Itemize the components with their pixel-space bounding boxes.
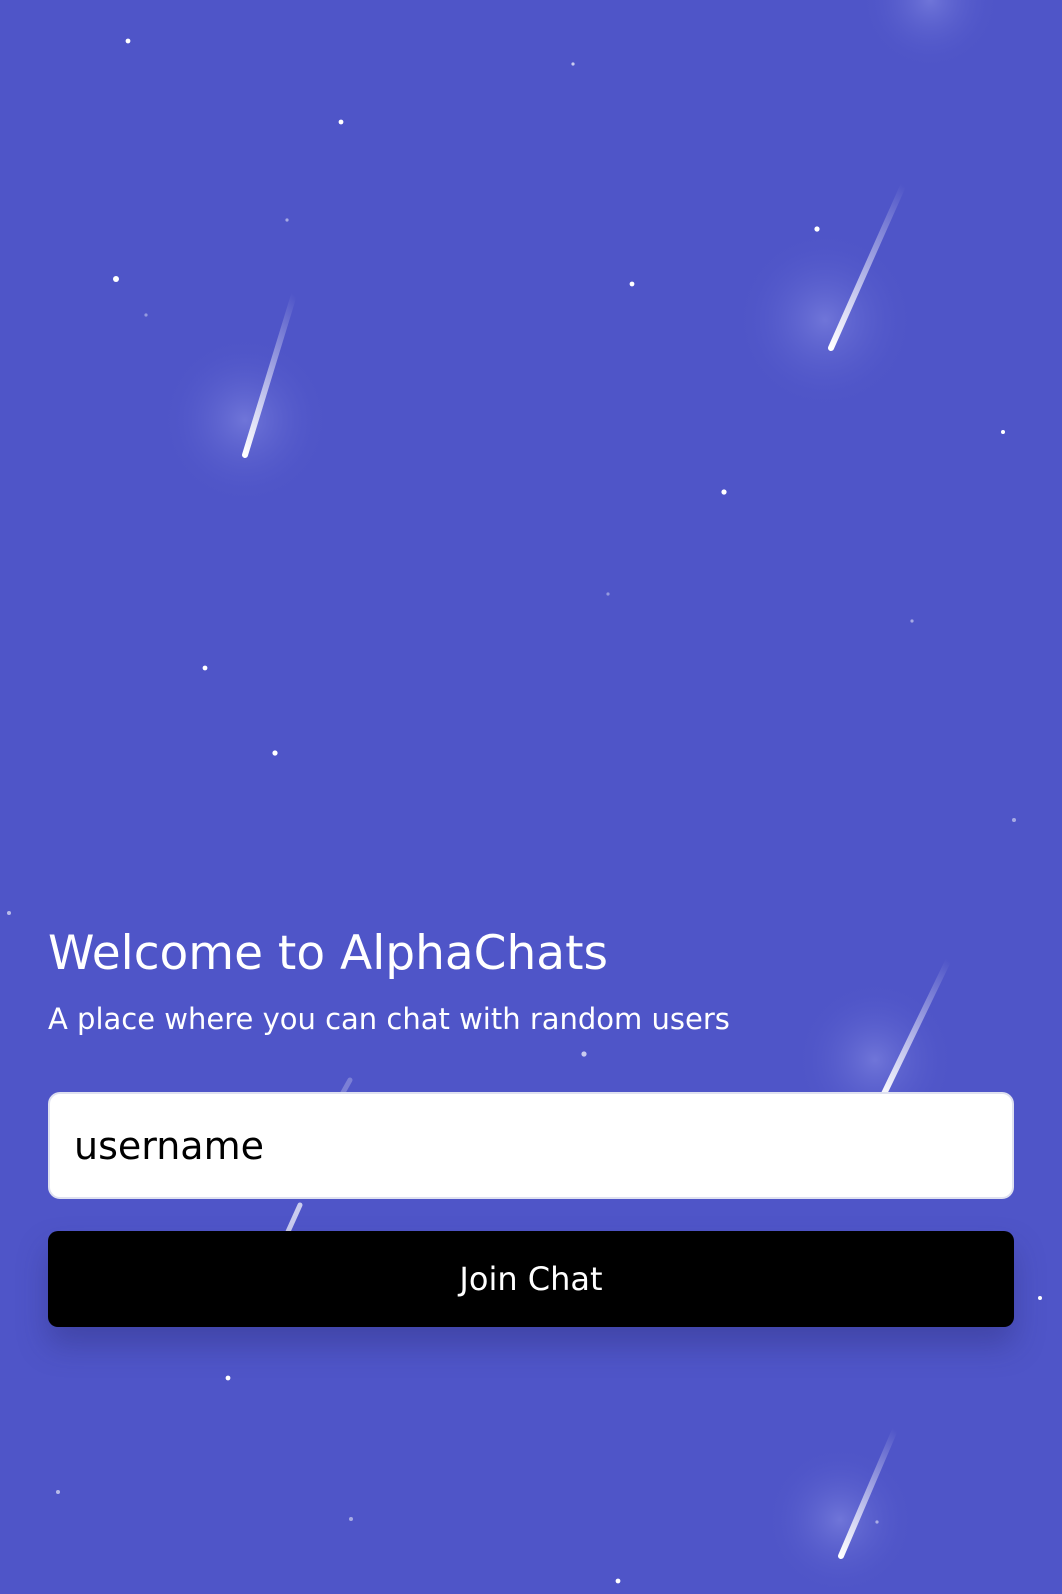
join-chat-button[interactable]: Join Chat [48,1231,1014,1327]
starry-background [0,0,1062,1594]
welcome-title: Welcome to AlphaChats [48,926,609,981]
join-panel: Welcome to AlphaChats A place where you … [48,930,1014,1327]
welcome-subtitle: A place where you can chat with random u… [48,1002,730,1036]
meteor-glow [735,230,915,410]
meteor-glow [765,1445,915,1594]
username-input[interactable] [48,1092,1014,1199]
starfield [7,0,1042,1594]
meteor-glow [860,0,1000,70]
meteor-glow [160,335,330,505]
